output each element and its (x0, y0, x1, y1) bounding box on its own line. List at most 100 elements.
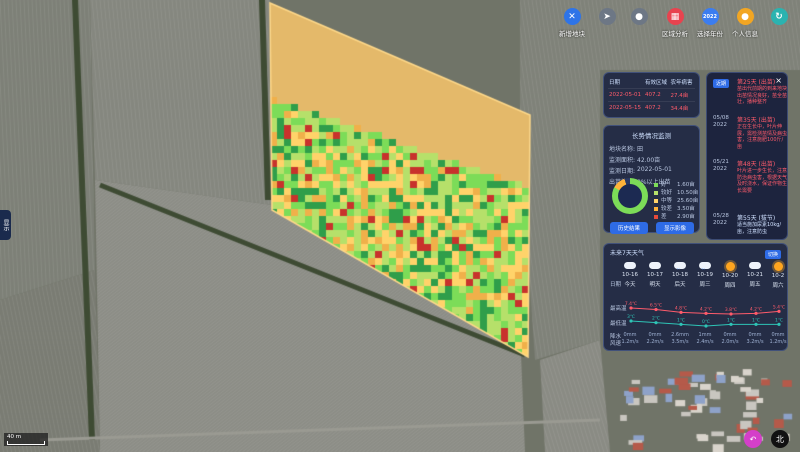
day-date: 10-16 (622, 272, 638, 278)
timeline-date: 05/28 2022 (713, 213, 729, 226)
legend-value: 2.90亩 (677, 214, 695, 220)
cell: 2022-05-01 (608, 88, 645, 102)
side-toggle-tab[interactable]: 显示 (0, 210, 11, 240)
legend-item: 差 2.90亩 (654, 213, 698, 221)
low-temp-label: 2℃ (652, 316, 660, 322)
legend-label: 差 (661, 214, 667, 220)
legend-value: 1.60亩 (677, 182, 695, 188)
day-date: 10-2 (771, 273, 785, 279)
low-temp-label: 0℃ (702, 319, 710, 325)
timeline-text: 苗出代前期的到来地块出苗情况良好，苗全苗壮，播种整齐 (737, 86, 788, 105)
col-disease: 农年病害 (670, 80, 693, 86)
day-wind: 2.6mm 3.5m/s (671, 332, 689, 345)
high-temp-label: 4.2℃ (700, 306, 712, 312)
north-compass-icon[interactable]: 北 (771, 430, 789, 448)
weather-day: 10-20 周四 0mm 2.0m/s (718, 262, 742, 345)
legend-item: 中等 25.60亩 (654, 197, 698, 205)
day-date: 10-19 (697, 272, 713, 278)
legend-item: 较差 3.50亩 (654, 205, 698, 213)
cloud-icon (624, 262, 636, 269)
timeline-text: 适当施加尿素10kg/亩，注意防虫 (737, 222, 782, 235)
low-temp-label: 1℃ (727, 317, 735, 323)
legend-swatch (654, 199, 658, 203)
legend-swatch (654, 183, 658, 187)
back-icon[interactable]: ↶ (744, 430, 762, 448)
day-wind: 0mm 2.2m/s (646, 332, 664, 345)
field-label: 监测日期: (609, 168, 636, 175)
legend-item: 较好 10.50亩 (654, 189, 698, 197)
legend-label: 好 (661, 182, 667, 188)
history-table-panel: 日期 有效区域 农年病害 2022-05-01 407.2 27.4亩 2022… (603, 72, 700, 118)
weather-day: 10-18 后天 2.6mm 3.5m/s (668, 262, 692, 345)
day-wind: 0mm 3.2m/s (746, 332, 764, 345)
day-weekday: 周三 (699, 282, 711, 288)
history-result-button[interactable]: 历史结果 (610, 222, 648, 234)
high-temp-label: 4.8℃ (675, 305, 687, 311)
timeline-date: 05/21 2022 (713, 159, 729, 172)
table-row[interactable]: 2022-05-01 407.2 27.4亩 (608, 88, 695, 102)
sun-icon (725, 262, 735, 271)
day-date: 10-21 (747, 272, 763, 278)
tool-label: 新增地块 (559, 30, 585, 38)
low-temp-label: 1℃ (752, 317, 760, 323)
refresh-icon: ↻ (770, 8, 788, 25)
day-wind: 0mm 2.0m/s (721, 332, 739, 345)
field-label: 监测面积: (609, 157, 636, 164)
day-weekday: 后天 (674, 282, 686, 288)
legend-label: 较好 (661, 190, 673, 196)
timeline-heading: 第48天 (出苗) (737, 161, 776, 168)
cell: 27.4亩 (669, 88, 695, 102)
legend-value: 3.50亩 (677, 206, 695, 212)
timeline-text: 正在生长中，叶片伸展，需检测苗情及病虫害，注意施肥100斤/亩 (737, 124, 788, 150)
cell: 407.2 (644, 88, 670, 102)
low-temp-label: 1℃ (775, 317, 783, 323)
weather-day: 10-21 周五 0mm 3.2m/s (743, 262, 767, 345)
high-temp-label: 3.8℃ (725, 307, 737, 313)
year-icon: 2022 (701, 8, 719, 25)
cloud-icon (749, 262, 761, 269)
growth-legend: 好 1.60亩 较好 10.50亩 中等 25.60亩 较差 3.50亩差 2.90亩 (654, 181, 698, 221)
scale-text: 40 m (7, 434, 22, 440)
rain-icon (674, 262, 686, 274)
cell: 2022-05-15 (608, 101, 645, 114)
weather-day: 10-17 明天 0mm 2.2m/s (643, 262, 667, 345)
timeline-heading: 第35天 (出苗) (737, 117, 776, 124)
scissors-icon: ✕ (563, 8, 581, 25)
weather-day: 10-16 今天 0mm 1.2m/s (618, 262, 642, 345)
user-icon: ● (736, 8, 754, 25)
recent-badge[interactable]: 近期 (713, 79, 730, 88)
weather-day: 10-2 周六 0mm 1.2m/s (766, 262, 790, 345)
day-weekday: 明天 (649, 282, 661, 288)
growth-donut-chart (612, 178, 648, 214)
field-value: 42.00亩 (637, 157, 661, 164)
legend-value: 10.50亩 (677, 190, 699, 196)
field-value: 田 (637, 146, 644, 153)
grid-icon: ▦ (666, 8, 684, 25)
timeline-heading: 第55天 (拔节) (737, 215, 776, 222)
field-label: 地块名称: (609, 146, 636, 153)
cloud-icon (649, 262, 661, 269)
day-wind: 1mm 2.4m/s (696, 332, 714, 345)
cell: 34.4亩 (669, 101, 695, 114)
sun-icon (773, 262, 783, 271)
day-weekday: 周五 (749, 282, 761, 288)
monitor-title: 长势情况监测 (632, 132, 671, 140)
locate-icon: ➤ (598, 8, 616, 25)
col-area: 有效区域 (645, 80, 668, 86)
day-date: 10-17 (647, 272, 663, 278)
growth-timeline-panel: 近期 × 第25天 (出苗) 苗出代前期的到来地块出苗情况良好，苗全苗壮，播种整齐… (706, 72, 788, 240)
refresh-tool-button[interactable]: ↻ (757, 8, 800, 28)
show-image-button[interactable]: 显示影像 (656, 222, 694, 234)
legend-swatch (654, 191, 658, 195)
close-icon[interactable]: × (775, 76, 782, 85)
rain-icon (699, 262, 711, 274)
high-temp-label: 7.4℃ (625, 301, 637, 307)
legend-item: 好 1.60亩 (654, 181, 698, 189)
cell: 407.2 (644, 101, 670, 114)
day-weekday: 今天 (624, 282, 636, 288)
low-temp-label: 3℃ (627, 314, 635, 320)
legend-value: 25.60亩 (677, 198, 699, 204)
day-date: 10-18 (672, 272, 688, 278)
day-wind: 0mm 1.2m/s (769, 332, 787, 345)
table-row[interactable]: 2022-05-15 407.2 34.4亩 (608, 101, 695, 114)
